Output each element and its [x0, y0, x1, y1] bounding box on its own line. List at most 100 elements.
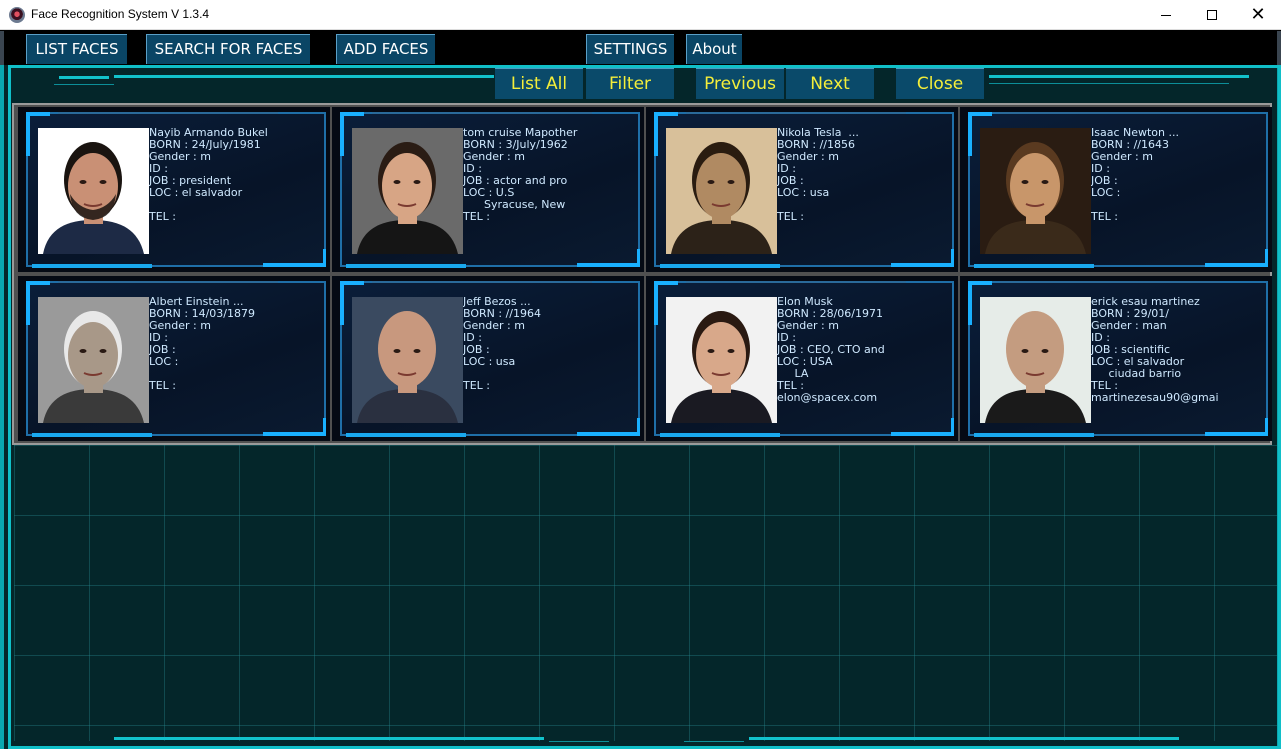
- info-line: BORN : //1643: [1091, 139, 1169, 151]
- info-line: Gender : m: [1091, 151, 1153, 163]
- info-line: JOB : actor and pro: [463, 175, 568, 187]
- info-line: Albert Einstein ...: [149, 296, 244, 308]
- info-line: JOB : president: [149, 175, 232, 187]
- close-button[interactable]: Close: [896, 68, 984, 99]
- face-photo: [666, 128, 777, 254]
- grid-background: [14, 445, 1277, 741]
- info-line: TEL :: [777, 380, 805, 392]
- info-line: Syracuse, New: [463, 199, 566, 211]
- face-card[interactable]: Isaac Newton ... BORN : //1643 Gender : mI…: [960, 107, 1272, 272]
- deco-line: [114, 75, 494, 78]
- info-line: ID :: [777, 332, 796, 344]
- filter-button[interactable]: Filter: [586, 68, 674, 99]
- face-info: Albert Einstein ... BORN : 14/03/1879 Gend…: [149, 296, 325, 392]
- info-line: [149, 368, 325, 380]
- face-photo: [980, 297, 1091, 423]
- info-line: ID :: [1091, 163, 1110, 175]
- info-line: Isaac Newton ...: [1091, 127, 1179, 139]
- info-line: LOC : el salvador: [1091, 356, 1185, 368]
- face-info: Isaac Newton ... BORN : //1643 Gender : mI…: [1091, 127, 1267, 223]
- info-line: elon@spacex.com: [777, 392, 878, 404]
- info-line: LOC : usa: [777, 187, 830, 199]
- face-card[interactable]: Jeff Bezos ... BORN : //1964 Gender : m ID …: [332, 276, 644, 441]
- face-info: Nayib Armando Bukel BORN : 24/July/1981 Ge…: [149, 127, 325, 223]
- face-photo: [352, 128, 463, 254]
- info-line: Gender : m: [777, 320, 839, 332]
- faces-grid: Nayib Armando Bukel BORN : 24/July/1981 Ge…: [12, 103, 1272, 445]
- info-line: ID :: [149, 332, 168, 344]
- face-card[interactable]: erick esau martinez BORN : 29/01/Gender :…: [960, 276, 1272, 441]
- minimize-button[interactable]: [1143, 0, 1189, 30]
- face-photo: [352, 297, 463, 423]
- deco-line: [749, 737, 1179, 740]
- info-line: JOB :: [463, 344, 490, 356]
- face-card[interactable]: Nikola Tesla ... BORN : //1856 Gender : mI…: [646, 107, 958, 272]
- info-line: Gender : man: [1091, 320, 1167, 332]
- face-card[interactable]: Albert Einstein ... BORN : 14/03/1879 Gend…: [18, 276, 330, 441]
- info-line: TEL :: [149, 211, 177, 223]
- info-line: BORN : 28/06/1971: [777, 308, 883, 320]
- close-window-button[interactable]: ✕: [1235, 0, 1281, 30]
- info-line: [149, 199, 325, 211]
- list-all-button[interactable]: List All: [495, 68, 583, 99]
- minimize-icon: [1161, 14, 1171, 16]
- card-bottombar: [660, 433, 780, 437]
- settings-button[interactable]: SETTINGS: [586, 34, 674, 64]
- info-line: [463, 368, 639, 380]
- info-line: martinezesau90@gmai: [1091, 392, 1219, 404]
- face-photo: [666, 297, 777, 423]
- info-line: LOC : U.S: [463, 187, 515, 199]
- info-line: erick esau martinez: [1091, 296, 1200, 308]
- deco-line: [59, 76, 109, 79]
- card-topbar: [686, 281, 906, 283]
- info-line: BORN : //1964: [463, 308, 541, 320]
- search-faces-button[interactable]: SEARCH FOR FACES: [146, 34, 310, 64]
- info-line: ID :: [149, 163, 168, 175]
- deco-line: [989, 83, 1229, 84]
- add-faces-button[interactable]: ADD FACES: [336, 34, 435, 64]
- card-bottombar: [346, 264, 466, 268]
- info-line: BORN : 29/01/: [1091, 308, 1169, 320]
- about-button[interactable]: About: [686, 34, 742, 64]
- info-line: LOC : usa: [463, 356, 516, 368]
- info-line: ID :: [463, 163, 482, 175]
- previous-button[interactable]: Previous: [696, 68, 784, 99]
- info-line: ID :: [463, 332, 482, 344]
- card-topbar: [372, 281, 592, 283]
- info-line: TEL :: [1091, 380, 1119, 392]
- window-title: Face Recognition System V 1.3.4: [31, 7, 210, 21]
- info-line: LOC : el salvador: [149, 187, 243, 199]
- card-bottombar: [974, 264, 1094, 268]
- face-info: Jeff Bezos ... BORN : //1964 Gender : m ID …: [463, 296, 639, 392]
- info-line: Nayib Armando Bukel: [149, 127, 268, 139]
- face-card[interactable]: tom cruise Mapother BORN : 3/July/1962 Gen…: [332, 107, 644, 272]
- list-faces-button[interactable]: LIST FACES: [26, 34, 127, 64]
- face-photo: [980, 128, 1091, 254]
- info-line: TEL :: [463, 211, 491, 223]
- card-bottombar: [660, 264, 780, 268]
- deco-line: [989, 75, 1249, 78]
- face-card[interactable]: Nayib Armando Bukel BORN : 24/July/1981 Ge…: [18, 107, 330, 272]
- info-line: LOC :: [149, 356, 179, 368]
- info-line: JOB : scientific: [1091, 344, 1171, 356]
- info-line: LOC : USA: [777, 356, 833, 368]
- info-line: Nikola Tesla ...: [777, 127, 859, 139]
- card-topbar: [1000, 281, 1220, 283]
- face-card[interactable]: Elon Musk BORN : 28/06/1971 Gender : m ID :…: [646, 276, 958, 441]
- card-topbar: [686, 112, 906, 114]
- title-bar: Face Recognition System V 1.3.4 ✕: [0, 0, 1281, 30]
- face-info: Elon Musk BORN : 28/06/1971 Gender : m ID :…: [777, 296, 953, 404]
- next-button[interactable]: Next: [786, 68, 874, 99]
- info-line: Gender : m: [149, 151, 211, 163]
- info-line: BORN : //1856: [777, 139, 855, 151]
- info-line: BORN : 14/03/1879: [149, 308, 255, 320]
- info-line: JOB : CEO, CTO and: [777, 344, 885, 356]
- info-line: JOB :: [149, 344, 176, 356]
- card-bottombar: [32, 433, 152, 437]
- info-line: Gender : m: [463, 151, 525, 163]
- info-line: [1091, 199, 1267, 211]
- face-info: erick esau martinez BORN : 29/01/Gender :…: [1091, 296, 1267, 404]
- card-topbar: [58, 112, 278, 114]
- maximize-button[interactable]: [1189, 0, 1235, 30]
- face-photo: [38, 297, 149, 423]
